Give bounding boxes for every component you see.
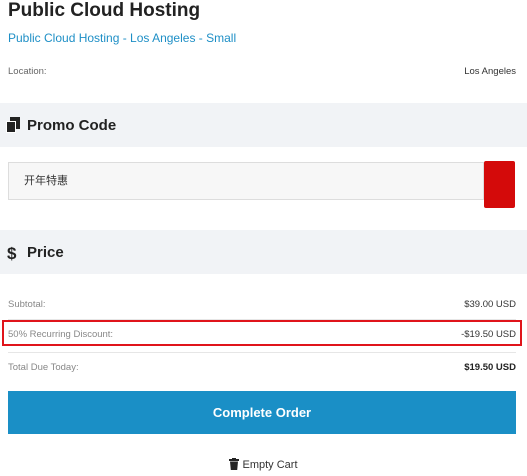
- dollar-icon: $: [6, 244, 20, 263]
- subtotal-label: Subtotal:: [8, 299, 46, 310]
- discount-value: -$19.50 USD: [461, 329, 516, 340]
- product-subtitle-link[interactable]: Public Cloud Hosting - Los Angeles - Sma…: [8, 31, 236, 45]
- price-header: $ Price: [0, 230, 527, 274]
- price-title: Price: [27, 243, 64, 261]
- complete-order-button[interactable]: Complete Order: [8, 391, 516, 434]
- empty-cart-label: Empty Cart: [242, 459, 298, 471]
- promo-code-title: Promo Code: [27, 116, 117, 134]
- promo-code-header: Promo Code: [0, 103, 527, 147]
- promo-code-input[interactable]: [8, 162, 484, 200]
- trash-icon: [229, 458, 240, 473]
- empty-cart-link[interactable]: Empty Cart: [0, 458, 527, 473]
- discount-label: 50% Recurring Discount:: [8, 329, 114, 340]
- apply-promo-button[interactable]: [484, 161, 515, 208]
- subtotal-value: $39.00 USD: [464, 299, 516, 310]
- divider: [8, 352, 516, 353]
- total-row: Total Due Today: $19.50 USD: [8, 362, 516, 373]
- discount-row: 50% Recurring Discount: -$19.50 USD: [8, 329, 516, 340]
- product-title: Public Cloud Hosting: [8, 0, 201, 21]
- subtotal-row: Subtotal: $39.00 USD: [8, 299, 516, 310]
- total-value: $19.50 USD: [464, 362, 516, 373]
- total-label: Total Due Today:: [8, 362, 79, 373]
- location-row: Location: Los Angeles: [8, 66, 516, 77]
- copy-icon: [6, 117, 20, 133]
- location-value: Los Angeles: [464, 66, 516, 77]
- location-label: Location:: [8, 66, 47, 77]
- svg-text:$: $: [7, 244, 17, 262]
